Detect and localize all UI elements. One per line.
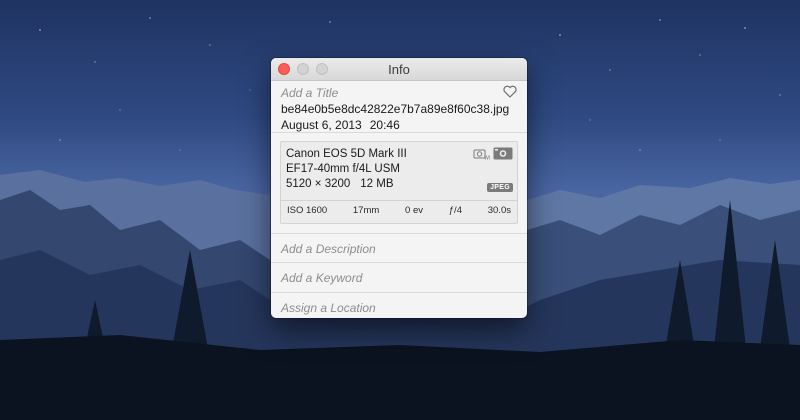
location-placeholder: Assign a Location: [281, 301, 376, 315]
format-badge: JPEG: [487, 183, 513, 192]
capture-datetime: August 6, 2013 20:46: [281, 118, 517, 132]
image-dimensions-row: 5120 × 3200 12 MB: [286, 177, 512, 192]
exposure-settings: ISO 1600 17mm 0 ev ƒ/4 30.0s: [281, 201, 517, 216]
iso-value: ISO 1600: [287, 205, 328, 216]
keyword-placeholder: Add a Keyword: [281, 271, 363, 285]
focal-length-value: 17mm: [352, 205, 380, 216]
location-field[interactable]: Assign a Location: [271, 292, 527, 318]
keyword-field[interactable]: Add a Keyword: [271, 262, 527, 293]
capture-time: 20:46: [369, 118, 400, 132]
lens-model: EF17-40mm f/4L USM: [286, 163, 400, 175]
description-field[interactable]: Add a Description: [271, 233, 527, 264]
title-bar[interactable]: Info: [271, 58, 527, 81]
capture-date: August 6, 2013: [281, 118, 362, 132]
window-title: Info: [388, 62, 410, 77]
title-field[interactable]: Add a Title: [281, 86, 517, 100]
aperture-value: ƒ/4: [448, 205, 462, 216]
filename: be84e0b5e8dc42822e7b7a89e8f60c38.jpg: [281, 102, 510, 116]
shutter-speed-value: 30.0s: [487, 205, 511, 216]
file-size: 12 MB: [360, 178, 394, 190]
exif-summary: Canon EOS 5D Mark III EF17-40mm f/4L USM…: [281, 142, 517, 201]
white-balance-icon: WB: [473, 149, 490, 161]
heart-icon[interactable]: [503, 85, 517, 98]
svg-text:WB: WB: [484, 156, 490, 161]
exposure-bias-value: 0 ev: [405, 205, 424, 216]
camera-icon: [493, 147, 513, 160]
image-dimensions: 5120 × 3200: [286, 178, 351, 190]
description-placeholder: Add a Description: [281, 242, 376, 256]
info-window: Info Add a Title be84e0b5e8dc42822e7b7a8…: [271, 58, 527, 318]
photo-header: Add a Title be84e0b5e8dc42822e7b7a89e8f6…: [271, 81, 527, 133]
exif-card: Canon EOS 5D Mark III EF17-40mm f/4L USM…: [280, 141, 518, 224]
camera-icons: WB: [473, 147, 513, 160]
